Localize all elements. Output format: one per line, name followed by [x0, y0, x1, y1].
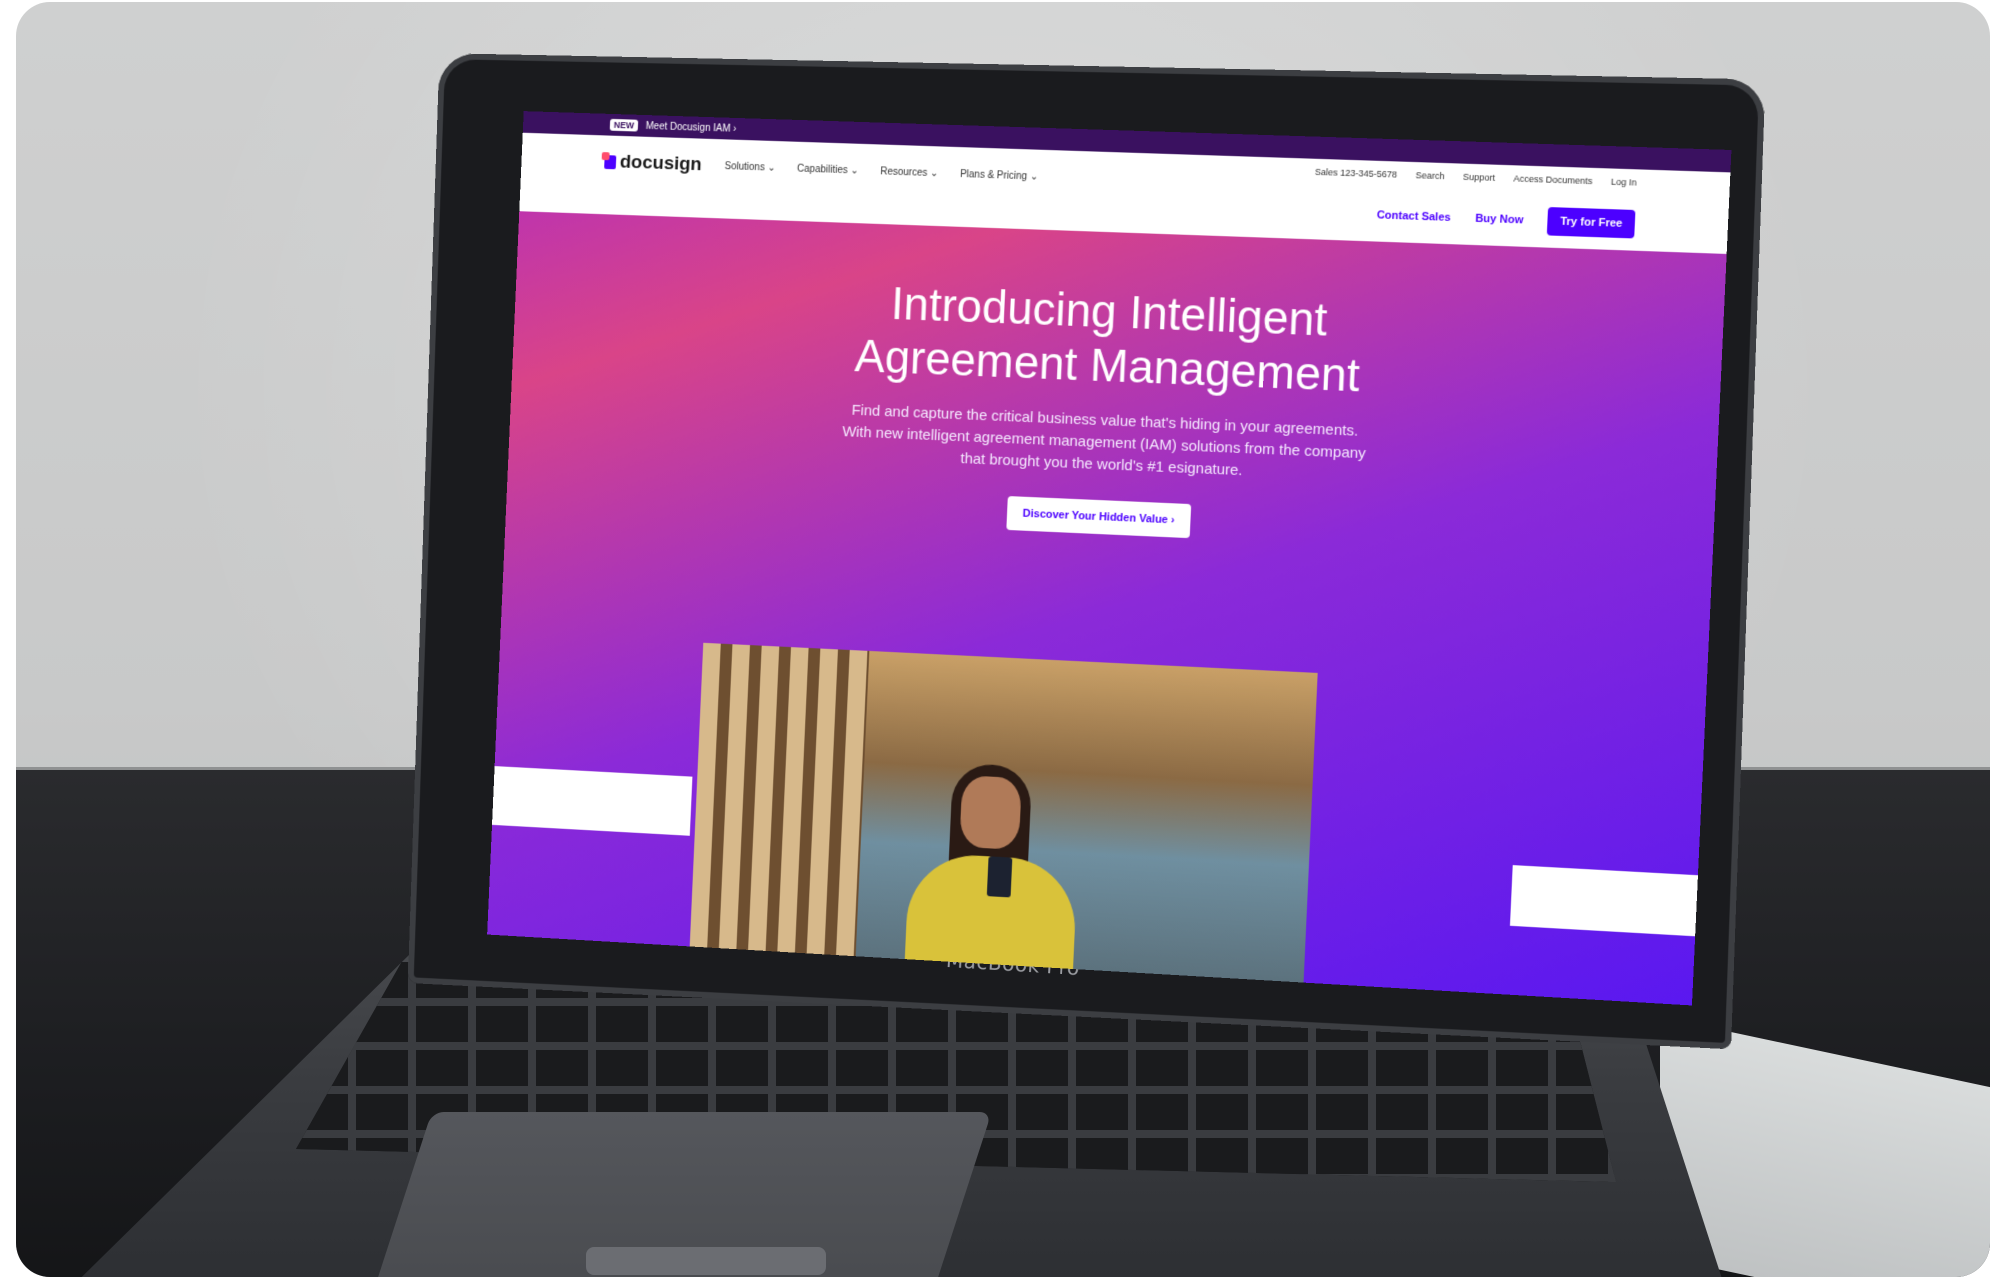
- main-menu: Solutions ⌄ Capabilities ⌄ Resources ⌄ P…: [724, 161, 1038, 182]
- new-badge: NEW: [609, 118, 639, 132]
- laptop-notch: [586, 1247, 826, 1275]
- discover-value-button[interactable]: Discover Your Hidden Value ›: [1006, 496, 1192, 539]
- laptop-screen: NEW Meet Docusign IAM › docusign Solutio…: [487, 111, 1732, 1006]
- search-link[interactable]: Search: [1415, 170, 1444, 181]
- sales-phone[interactable]: Sales 123-345-5678: [1315, 167, 1398, 180]
- login-link[interactable]: Log In: [1611, 177, 1637, 188]
- logo-text: docusign: [619, 151, 703, 176]
- announcement-link[interactable]: Meet Docusign IAM ›: [645, 120, 736, 134]
- logo-icon: [604, 155, 617, 170]
- white-block-right: [1509, 865, 1698, 937]
- utility-nav: Sales 123-345-5678 Search Support Access…: [1315, 167, 1637, 188]
- menu-resources[interactable]: Resources ⌄: [880, 166, 939, 179]
- hero-title: Introducing Intelligent Agreement Manage…: [853, 277, 1362, 402]
- photo-frame: MacBook Pro NEW Meet Docusign IAM › docu…: [16, 2, 1990, 1277]
- hero-section: Introducing Intelligent Agreement Manage…: [506, 211, 1727, 561]
- support-link[interactable]: Support: [1463, 172, 1496, 183]
- access-documents-link[interactable]: Access Documents: [1513, 173, 1592, 186]
- phone: [986, 856, 1013, 898]
- menu-solutions[interactable]: Solutions ⌄: [724, 161, 775, 174]
- header-ctas: Contact Sales Buy Now Try for Free: [1376, 201, 1636, 239]
- try-free-button[interactable]: Try for Free: [1547, 207, 1636, 239]
- hero-photo: [689, 642, 1318, 995]
- contact-sales-link[interactable]: Contact Sales: [1377, 209, 1452, 224]
- hero-description: Find and capture the critical business v…: [841, 401, 1367, 480]
- menu-capabilities[interactable]: Capabilities ⌄: [797, 164, 859, 177]
- white-block-left: [492, 766, 693, 836]
- menu-plans-pricing[interactable]: Plans & Pricing ⌄: [960, 169, 1039, 183]
- bookshelf: [689, 642, 870, 969]
- person-face: [959, 775, 1022, 850]
- docusign-logo[interactable]: docusign: [604, 151, 702, 176]
- buy-now-link[interactable]: Buy Now: [1475, 213, 1524, 227]
